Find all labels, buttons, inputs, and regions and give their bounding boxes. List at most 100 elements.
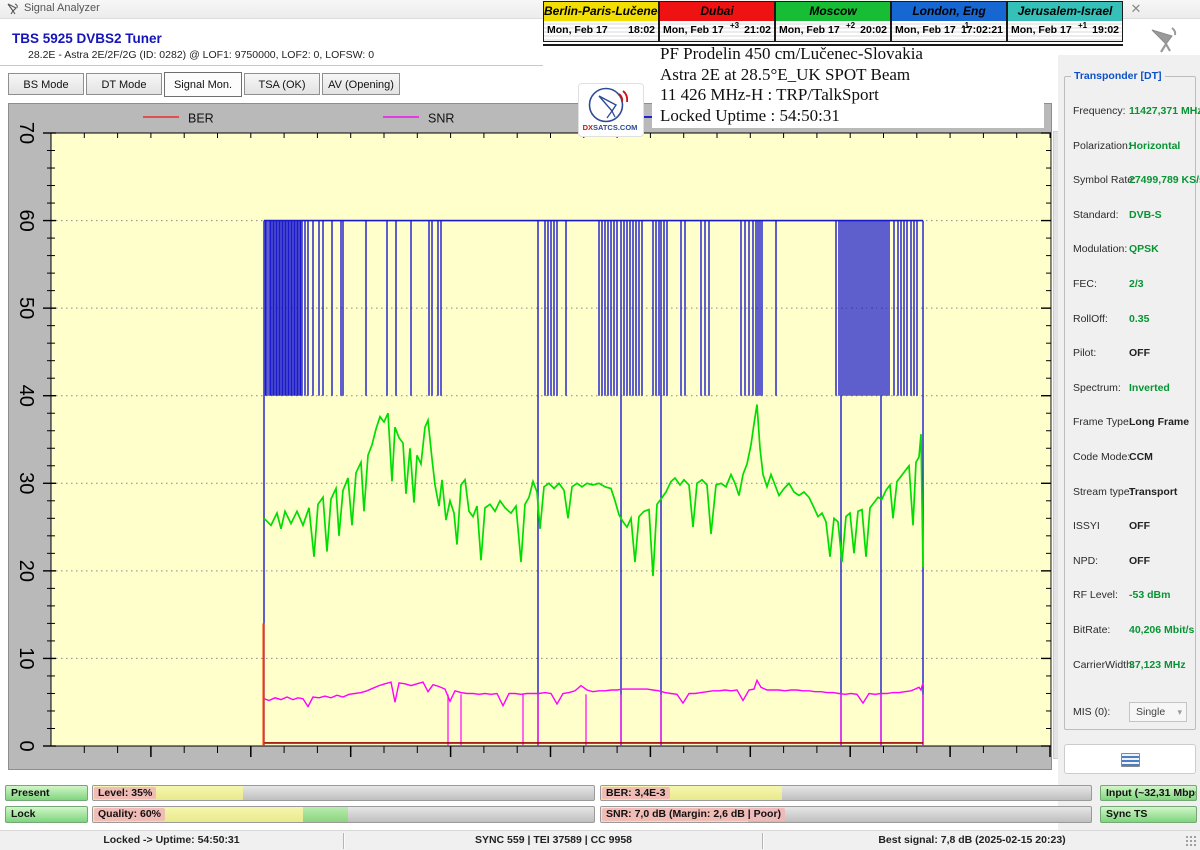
resize-grip[interactable]	[1186, 836, 1198, 848]
snr-bar: SNR: 7,0 dB (Margin: 2,6 dB | Poor)	[600, 806, 1092, 823]
lock-badge: Lock	[5, 806, 88, 823]
field-label: Symbol Rate:	[1073, 174, 1136, 186]
caption-line: 11 426 MHz-H : TRP/TalkSport	[660, 85, 1040, 106]
clock-time: 19:02	[1092, 24, 1119, 36]
caption-line: Locked Uptime : 54:50:31	[660, 106, 1040, 127]
sync-ts-badge: Sync TS	[1100, 806, 1197, 823]
clock-body: Mon, Feb 17+119:02	[1008, 21, 1122, 41]
quality-bar: Quality: 60%	[92, 806, 595, 823]
svg-text:30: 30	[15, 472, 37, 494]
clock-city: Jerusalem-Israel	[1008, 2, 1122, 22]
ber-bar-label: BER: 3,4E-3	[602, 787, 670, 799]
transponder-panel: Transponder [DT] Frequency:11427,371 MHz…	[1058, 55, 1200, 850]
caption-overlay: PF Prodelin 450 cm/Lučenec-SlovakiaAstra…	[652, 42, 1044, 128]
transponder-row: Standard: DVB-S	[1065, 209, 1195, 223]
field-value: Long Frame	[1129, 416, 1189, 428]
tab-bs-mode[interactable]: BS Mode	[8, 73, 84, 95]
svg-text:40: 40	[15, 385, 37, 407]
field-value: QPSK	[1129, 243, 1159, 255]
transponder-row: Code Mode:CCM	[1065, 451, 1195, 465]
transponder-row: CarrierWidth:37,123 MHz	[1065, 659, 1195, 673]
app-icon	[6, 2, 19, 20]
field-label: Pilot:	[1073, 347, 1096, 359]
field-value: 40,206 Mbit/s	[1129, 624, 1194, 636]
mis-select[interactable]: Single ▾	[1129, 702, 1187, 722]
field-value: OFF	[1129, 347, 1150, 359]
status-bar: Locked -> Uptime: 54:50:31 SYNC 559 | TE…	[0, 830, 1200, 850]
clock-body: Mon, Feb 17 18:02	[544, 21, 658, 41]
field-label: Modulation:	[1073, 243, 1127, 255]
mis-label: MIS (0):	[1073, 706, 1110, 718]
field-value: CCM	[1129, 451, 1153, 463]
field-value: Inverted	[1129, 382, 1170, 394]
close-icon[interactable]: ✕	[1128, 1, 1144, 17]
clock-utc-offset: +3	[730, 21, 739, 30]
tab-dt-mode[interactable]: DT Mode	[86, 73, 162, 95]
world-clocks-panel: Berlin-Paris-Lučenec Mon, Feb 17 18:02 Duba…	[543, 1, 1123, 46]
clock-moscow: MoscowMon, Feb 17+220:02	[775, 1, 891, 42]
svg-text:60: 60	[15, 209, 37, 231]
tab-signal-mon-[interactable]: Signal Mon.	[164, 72, 242, 97]
tab-av-opening-[interactable]: AV (Opening)	[322, 73, 400, 95]
clock-time: 18:02	[628, 24, 655, 36]
level-bar: Level: 35%	[92, 785, 595, 801]
field-value: OFF	[1129, 555, 1150, 567]
svg-text:20: 20	[15, 560, 37, 582]
divider	[0, 65, 543, 67]
transponder-title: Transponder [DT]	[1071, 70, 1165, 82]
caption-line: Astra 2E at 28.5°E_UK SPOT Beam	[660, 65, 1040, 86]
window-title: Signal Analyzer	[24, 2, 100, 14]
clock-city: Dubai	[660, 2, 774, 22]
clock-body: Mon, Feb 17+220:02	[776, 21, 890, 41]
field-value: 27499,789 KS/s	[1129, 174, 1200, 186]
clock-date: Mon, Feb 17	[1011, 24, 1072, 36]
status-best-signal: Best signal: 7,8 dB (2025-02-15 20:23)	[764, 831, 1180, 850]
signal-monitor-panel: BERSNRQualityLevel 010203040506070	[8, 103, 1052, 770]
transponder-row: Modulation:QPSK	[1065, 243, 1195, 257]
level-bar-label: Level: 35%	[94, 787, 156, 799]
tuner-title: TBS 5925 DVBS2 Tuner	[12, 31, 162, 46]
svg-text:70: 70	[15, 122, 37, 144]
field-label: CarrierWidth:	[1073, 659, 1135, 671]
transponder-row: Pilot: OFF	[1065, 347, 1195, 361]
transponder-row: Stream type:Transport	[1065, 486, 1195, 500]
ts-tool-button[interactable]	[1064, 744, 1196, 774]
status-sync-counters: SYNC 559 | TEI 37589 | CC 9958	[345, 831, 762, 850]
clock-time: 20:02	[860, 24, 887, 36]
clock-jerusalem-israel: Jerusalem-IsraelMon, Feb 17+119:02	[1007, 1, 1123, 42]
transponder-row: Symbol Rate:27499,789 KS/s	[1065, 174, 1195, 188]
ber-bar: BER: 3,4E-3	[600, 785, 1092, 801]
transponder-row: ISSYIOFF	[1065, 520, 1195, 534]
satellite-dish-icon	[1146, 24, 1180, 59]
transponder-row: NPD:OFF	[1065, 555, 1195, 569]
field-value: 2/3	[1129, 278, 1144, 290]
field-value: Horizontal	[1129, 140, 1180, 152]
clock-date: Mon, Feb 17	[779, 24, 840, 36]
clock-date: Mon, Feb 17	[547, 24, 608, 36]
clock-city: Berlin-Paris-Lučenec	[544, 2, 658, 22]
dxsatcs-logo: DXSATCS.COM	[578, 83, 644, 137]
clock-date: Mon, Feb 17	[663, 24, 724, 36]
transponder-row: RollOff:0.35	[1065, 313, 1195, 327]
field-value: 11427,371 MHz	[1129, 105, 1200, 117]
ts-list-icon	[1121, 753, 1140, 767]
field-label: FEC:	[1073, 278, 1097, 290]
status-uptime: Locked -> Uptime: 54:50:31	[0, 831, 343, 850]
clock-body: Mon, Feb 17+321:02	[660, 21, 774, 41]
field-label: Standard:	[1073, 209, 1119, 221]
transponder-row: FEC: 2/3	[1065, 278, 1195, 292]
signal-plot: 010203040506070	[9, 104, 1051, 769]
clock-date: Mon, Feb 17	[895, 24, 956, 36]
clock-city: Moscow	[776, 2, 890, 22]
field-label: ISSYI	[1073, 520, 1100, 532]
clock-city: London, Eng	[892, 2, 1006, 22]
field-label: Polarization:	[1073, 140, 1131, 152]
transponder-row: Frame Type:Long Frame	[1065, 416, 1195, 430]
tab-tsa-ok-[interactable]: TSA (OK)	[244, 73, 320, 95]
svg-text:0: 0	[15, 740, 37, 751]
field-value: -53 dBm	[1129, 589, 1170, 601]
field-value: DVB-S	[1129, 209, 1162, 221]
clock-london-eng: London, EngMon, Feb 17-117:02:21	[891, 1, 1007, 42]
clock-berlin-paris-lu-enec: Berlin-Paris-Lučenec Mon, Feb 17 18:02	[543, 1, 659, 42]
svg-text:DXSATCS.COM: DXSATCS.COM	[583, 123, 638, 132]
